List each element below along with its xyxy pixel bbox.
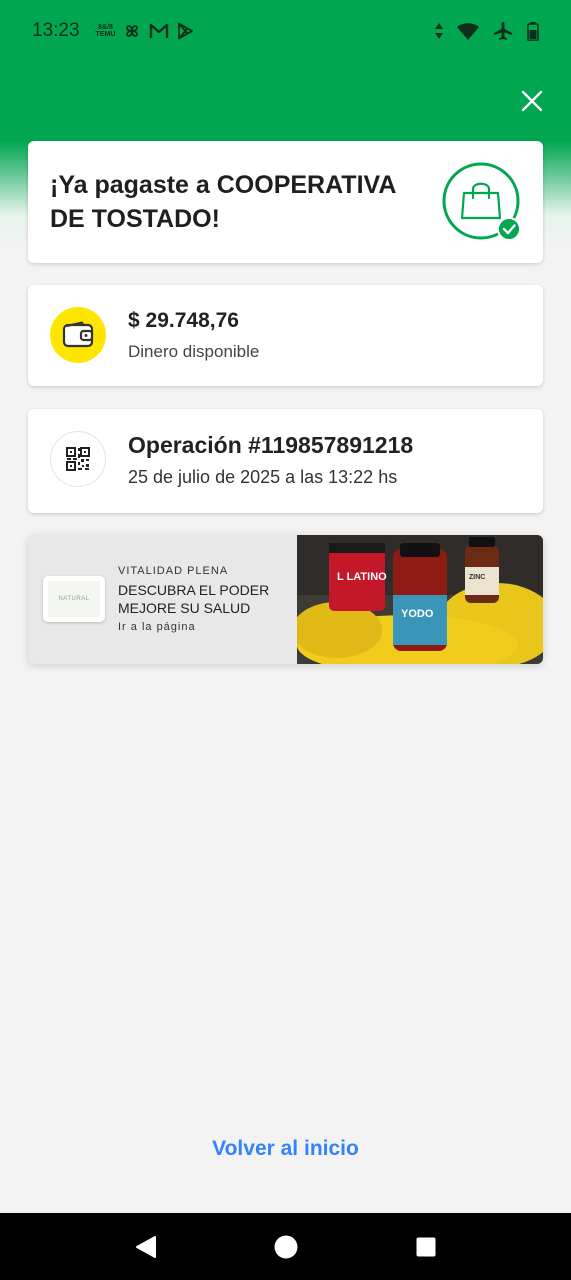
brand-logo: NATURAL: [43, 576, 105, 622]
status-notification-icons: 8&/8 TEMU: [96, 22, 195, 40]
home-circle-icon: [274, 1235, 297, 1258]
data-arrows-icon: [435, 23, 443, 39]
svg-text:L LATINO: L LATINO: [337, 571, 387, 583]
balance-amount: $ 29.748,76: [128, 309, 239, 332]
promo-banner[interactable]: NATURAL VITALIDAD PLENA DESCUBRA EL PODE…: [28, 535, 543, 664]
close-icon: [521, 90, 543, 112]
back-triangle-icon: [135, 1235, 156, 1258]
temu-icon: 8&/8 TEMU: [95, 24, 116, 38]
operation-title: Operación #119857891218: [128, 432, 414, 458]
product-image: L LATINO YODO ZINC: [297, 535, 543, 664]
balance-card: $ 29.748,76 Dinero disponible: [28, 285, 543, 386]
airplane-icon: [494, 22, 512, 40]
wallet-icon: [50, 307, 106, 363]
battery-icon: [527, 21, 539, 41]
confirmation-card: ¡Ya pagaste a COOPERATIVA DE TOSTADO!: [28, 141, 543, 263]
shopping-bag-check-icon: [442, 162, 522, 242]
status-time: 13:23: [32, 20, 80, 41]
recents-square-icon: [416, 1237, 435, 1256]
pinwheel-icon: [126, 25, 139, 37]
wifi-icon: [457, 22, 479, 40]
confirmation-title: ¡Ya pagaste a COOPERATIVA DE TOSTADO!: [50, 171, 396, 233]
svg-text:ZINC: ZINC: [469, 574, 485, 581]
operation-card: Operación #119857891218 25 de julio de 2…: [28, 409, 543, 513]
svg-text:YODO: YODO: [401, 608, 434, 620]
banner-kicker: VITALIDAD PLENA: [118, 565, 229, 577]
balance-label: Dinero disponible: [128, 342, 260, 361]
status-system-icons: [435, 21, 539, 41]
close-button[interactable]: [519, 88, 545, 114]
recents-nav-button[interactable]: [408, 1229, 444, 1265]
back-to-home-link[interactable]: Volver al inicio: [0, 1137, 571, 1161]
status-bar: 13:23 8&/8 TEMU: [0, 0, 571, 62]
gmail-icon: [150, 23, 169, 38]
operation-date: 25 de julio de 2025 a las 13:22 hs: [128, 467, 398, 487]
qr-code-icon: [50, 431, 106, 487]
banner-headline: DESCUBRA EL PODER MEJORE SU SALUD: [118, 582, 270, 616]
play-store-icon: [178, 22, 194, 40]
banner-link[interactable]: Ir a la página: [118, 621, 196, 633]
navigation-bar: [0, 1213, 571, 1280]
home-nav-button[interactable]: [268, 1229, 304, 1265]
back-nav-button[interactable]: [128, 1229, 164, 1265]
